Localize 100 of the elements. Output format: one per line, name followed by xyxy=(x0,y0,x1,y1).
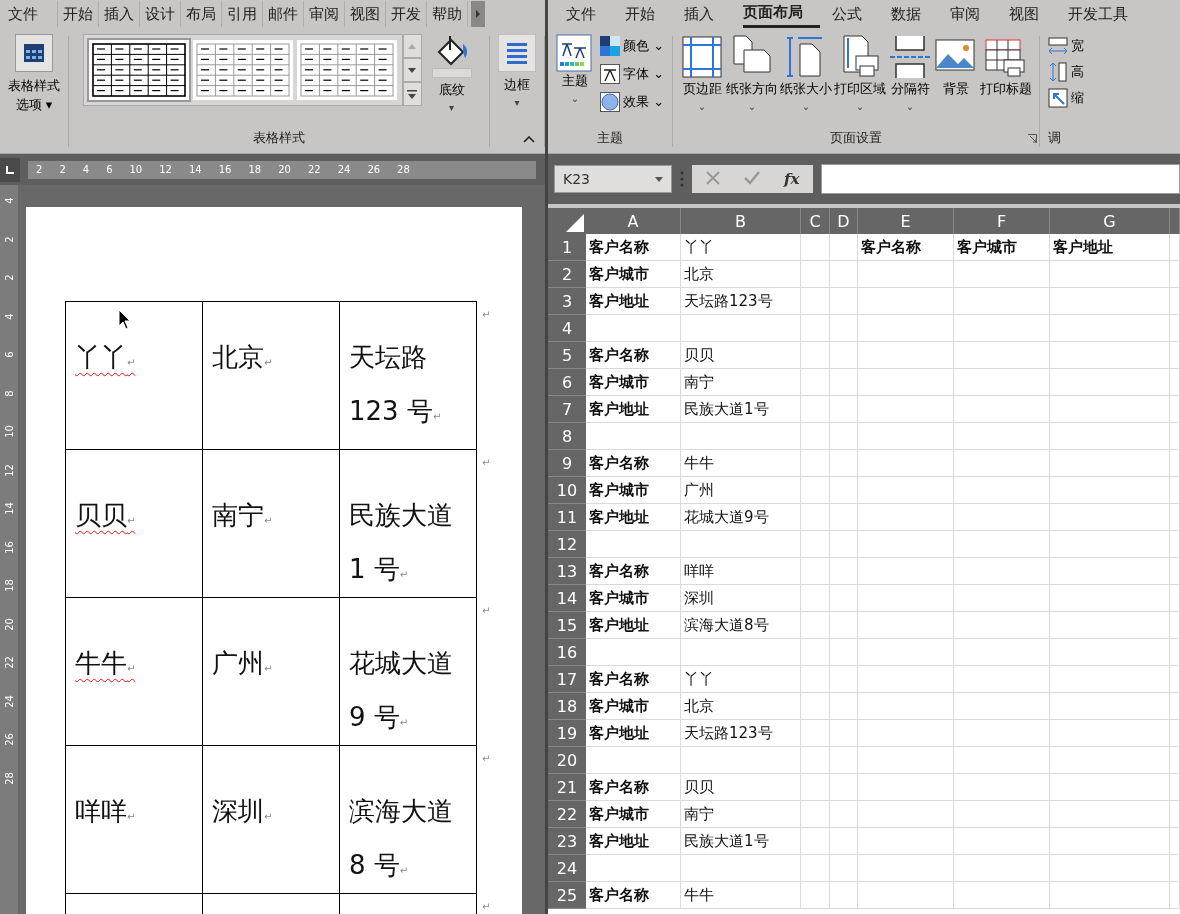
shading-button[interactable]: 底纹 ▾ xyxy=(427,34,476,116)
spreadsheet-cell[interactable] xyxy=(681,531,801,558)
spreadsheet-cell[interactable] xyxy=(681,747,801,774)
ribbon-tab[interactable]: 帮助 xyxy=(427,1,468,27)
row-header[interactable]: 7 xyxy=(548,396,586,423)
spreadsheet-cell[interactable]: 北京 xyxy=(681,261,801,288)
spreadsheet-cell[interactable] xyxy=(830,882,858,909)
spreadsheet-cell[interactable]: 客户名称 xyxy=(586,342,681,369)
spreadsheet-cell[interactable] xyxy=(681,315,801,342)
spreadsheet-cell[interactable] xyxy=(858,288,954,315)
row-header[interactable]: 13 xyxy=(548,558,586,585)
page-setup-button[interactable]: 背景 xyxy=(933,34,980,115)
spreadsheet-cell[interactable] xyxy=(830,585,858,612)
spreadsheet-cell[interactable]: 客户地址 xyxy=(1050,234,1170,261)
spreadsheet-cell[interactable] xyxy=(830,315,858,342)
spreadsheet-cell[interactable] xyxy=(858,558,954,585)
spreadsheet-cell[interactable]: 客户名称 xyxy=(586,882,681,909)
select-all-button[interactable] xyxy=(548,208,586,234)
spreadsheet-cell[interactable] xyxy=(858,396,954,423)
row-header[interactable]: 6 xyxy=(548,369,586,396)
spreadsheet-cell[interactable] xyxy=(1050,774,1170,801)
row-header[interactable]: 11 xyxy=(548,504,586,531)
spreadsheet-cell[interactable]: 客户地址 xyxy=(586,612,681,639)
spreadsheet-cell[interactable] xyxy=(586,747,681,774)
spreadsheet-cell[interactable]: 客户城市 xyxy=(954,234,1050,261)
spreadsheet-cell[interactable] xyxy=(801,369,830,396)
spreadsheet-cell[interactable] xyxy=(858,639,954,666)
row-header[interactable]: 14 xyxy=(548,585,586,612)
table-style-options-button[interactable] xyxy=(15,34,53,72)
spreadsheet-cell[interactable] xyxy=(801,450,830,477)
spreadsheet-cell[interactable] xyxy=(858,801,954,828)
spreadsheet-cell[interactable] xyxy=(586,423,681,450)
spreadsheet-cell[interactable] xyxy=(681,423,801,450)
spreadsheet-cell[interactable] xyxy=(1170,342,1180,369)
row-header[interactable]: 24 xyxy=(548,855,586,882)
spreadsheet-cell[interactable] xyxy=(830,477,858,504)
spreadsheet-cell[interactable] xyxy=(830,234,858,261)
spreadsheet-cell[interactable] xyxy=(681,855,801,882)
spreadsheet-cell[interactable] xyxy=(1050,531,1170,558)
spreadsheet-cell[interactable] xyxy=(1170,450,1180,477)
spreadsheet-cell[interactable]: 客户城市 xyxy=(586,261,681,288)
column-header[interactable]: G xyxy=(1050,208,1170,234)
ribbon-tab[interactable]: 开发 xyxy=(386,1,427,27)
spreadsheet-cell[interactable] xyxy=(1050,477,1170,504)
spreadsheet-cell[interactable] xyxy=(858,423,954,450)
spreadsheet-cell[interactable] xyxy=(801,396,830,423)
spreadsheet-cell[interactable] xyxy=(1170,558,1180,585)
spreadsheet-cell[interactable] xyxy=(858,261,954,288)
spreadsheet-cell[interactable] xyxy=(801,855,830,882)
column-header[interactable] xyxy=(1170,208,1180,234)
spreadsheet-cell[interactable]: 广州 xyxy=(681,477,801,504)
spreadsheet-cell[interactable] xyxy=(858,342,954,369)
spreadsheet-cell[interactable]: 天坛路123号 xyxy=(681,288,801,315)
spreadsheet-cell[interactable] xyxy=(954,504,1050,531)
ribbon-tab[interactable]: 数据 xyxy=(891,1,938,27)
spreadsheet-cell[interactable] xyxy=(830,828,858,855)
row-header[interactable]: 18 xyxy=(548,693,586,720)
spreadsheet-cell[interactable] xyxy=(954,666,1050,693)
colors-button[interactable]: 颜色 ⌄ xyxy=(600,34,665,58)
spreadsheet-cell[interactable] xyxy=(801,882,830,909)
spreadsheet-cell[interactable] xyxy=(1050,558,1170,585)
ribbon-tab[interactable]: 视图 xyxy=(345,1,386,27)
spreadsheet-cell[interactable] xyxy=(681,639,801,666)
spreadsheet-cell[interactable] xyxy=(801,477,830,504)
spreadsheet-cell[interactable] xyxy=(801,585,830,612)
spreadsheet-cell[interactable] xyxy=(1170,234,1180,261)
spreadsheet-cell[interactable] xyxy=(586,639,681,666)
scale-option[interactable]: 缩 xyxy=(1048,86,1085,110)
ribbon-tab[interactable]: 文件 xyxy=(0,1,58,27)
row-header[interactable]: 12 xyxy=(548,531,586,558)
spreadsheet-cell[interactable] xyxy=(801,315,830,342)
row-header[interactable]: 19 xyxy=(548,720,586,747)
spreadsheet-cell[interactable] xyxy=(858,882,954,909)
row-header[interactable]: 5 xyxy=(548,342,586,369)
ribbon-tab[interactable]: 开发工具 xyxy=(1068,1,1145,27)
spreadsheet-cell[interactable] xyxy=(586,855,681,882)
themes-button[interactable]: 主题 ⌄ xyxy=(556,34,594,114)
spreadsheet-cell[interactable] xyxy=(954,477,1050,504)
spreadsheet-cell[interactable] xyxy=(954,693,1050,720)
spreadsheet-cell[interactable] xyxy=(858,774,954,801)
ribbon-tab[interactable]: 布局 xyxy=(181,1,222,27)
spreadsheet-cell[interactable] xyxy=(1050,342,1170,369)
borders-button[interactable]: 边框 ▾ xyxy=(498,34,536,111)
spreadsheet-cell[interactable]: 客户名称 xyxy=(858,234,954,261)
spreadsheet-cell[interactable] xyxy=(830,720,858,747)
spreadsheet-cell[interactable]: 南宁 xyxy=(681,369,801,396)
spreadsheet-cell[interactable] xyxy=(830,612,858,639)
spreadsheet-cell[interactable] xyxy=(830,396,858,423)
scale-option[interactable]: 高 xyxy=(1048,60,1085,84)
page-setup-button[interactable]: 打印标题 xyxy=(979,34,1034,115)
spreadsheet-cell[interactable]: 客户名称 xyxy=(586,558,681,585)
spreadsheet-cell[interactable] xyxy=(1050,693,1170,720)
spreadsheet-cell[interactable] xyxy=(1170,747,1180,774)
spreadsheet-cell[interactable] xyxy=(954,288,1050,315)
spreadsheet-cell[interactable]: 客户城市 xyxy=(586,801,681,828)
spreadsheet-cell[interactable]: 客户城市 xyxy=(586,693,681,720)
spreadsheet-cell[interactable] xyxy=(1050,855,1170,882)
spreadsheet-cell[interactable] xyxy=(858,450,954,477)
spreadsheet-cell[interactable] xyxy=(858,666,954,693)
page-setup-button[interactable]: 分隔符 ⌄ xyxy=(887,34,934,115)
